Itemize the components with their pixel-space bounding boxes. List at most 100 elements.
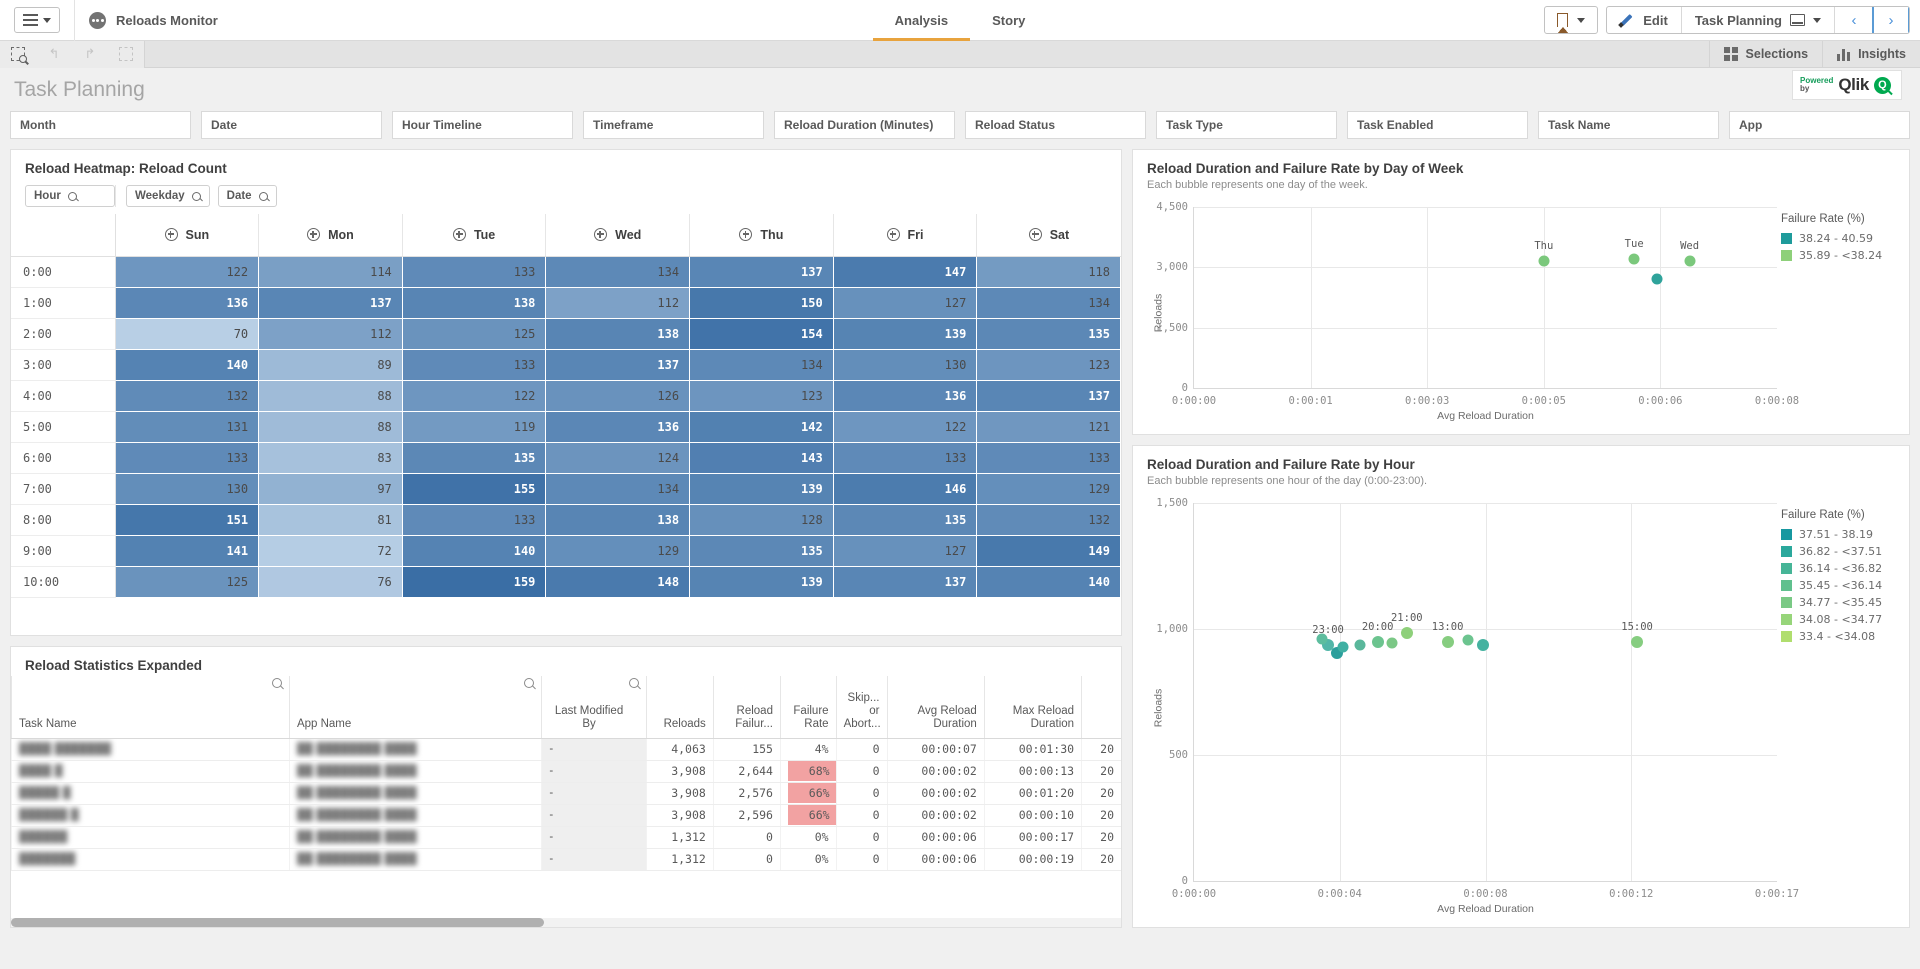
heatmap-cell[interactable]: 135 — [689, 535, 834, 567]
table-row[interactable]: ███████ ██ ████████ ████ -1,312 0 0% 0 00:00:0… — [11, 848, 1121, 871]
heatmap-cell[interactable]: 121 — [976, 411, 1121, 443]
sheet-selector[interactable]: Task Planning — [1682, 7, 1834, 33]
insights-button[interactable]: Insights — [1822, 40, 1920, 68]
scatter-bubble[interactable] — [1462, 634, 1474, 646]
scatter-hour-plot[interactable]: Reloads 0 500 1,000 1,500 0:00:00 0:00:04 0:00:… — [1141, 493, 1799, 922]
heatmap-cell[interactable]: 122 — [402, 380, 547, 412]
heatmap-cell[interactable]: 128 — [689, 504, 834, 536]
heatmap-row-header[interactable]: 9:00 — [11, 535, 116, 567]
heatmap-cell[interactable]: 155 — [402, 473, 547, 505]
heatmap-cell[interactable]: 143 — [689, 442, 834, 474]
table-cell[interactable]: ████ ███████ — [11, 738, 290, 761]
filter-task-type[interactable]: Task Type — [1156, 111, 1337, 139]
stats-column-header[interactable] — [1081, 676, 1121, 739]
heatmap-cell[interactable]: 76 — [258, 566, 403, 598]
heatmap-cell[interactable]: 88 — [258, 380, 403, 412]
clear-selections-button[interactable] — [108, 41, 144, 68]
table-cell[interactable]: 0% — [779, 848, 837, 871]
table-cell[interactable]: - — [541, 760, 647, 783]
filter-timeframe[interactable]: Timeframe — [583, 111, 764, 139]
chip-weekday[interactable]: Weekday — [126, 185, 210, 207]
heatmap-cell[interactable]: 147 — [833, 256, 978, 288]
expand-plus-icon[interactable] — [886, 228, 900, 242]
heatmap-cell[interactable]: 137 — [689, 256, 834, 288]
heatmap-row-header[interactable]: 10:00 — [11, 566, 116, 598]
heatmap-row-header[interactable]: 3:00 — [11, 349, 116, 381]
table-cell[interactable]: 00:01:20 — [983, 782, 1082, 805]
heatmap-cell[interactable]: 146 — [833, 473, 978, 505]
table-cell[interactable]: - — [541, 848, 647, 871]
table-cell[interactable]: 0 — [835, 738, 888, 761]
heatmap-cell[interactable]: 114 — [258, 256, 403, 288]
heatmap-cell[interactable]: 133 — [976, 442, 1121, 474]
table-cell[interactable]: 2,576 — [712, 782, 781, 805]
main-menu-button[interactable] — [14, 7, 60, 33]
step-back-button[interactable]: ↰ — [36, 41, 72, 68]
heatmap-row-header[interactable]: 4:00 — [11, 380, 116, 412]
table-cell[interactable]: 00:00:06 — [886, 826, 985, 849]
table-cell[interactable]: 0% — [779, 826, 837, 849]
horizontal-scrollbar[interactable] — [11, 918, 1121, 927]
table-cell[interactable]: 00:01:30 — [983, 738, 1082, 761]
chip-date[interactable]: Date — [217, 185, 277, 207]
heatmap-cell[interactable]: 123 — [689, 380, 834, 412]
filter-month[interactable]: Month — [10, 111, 191, 139]
heatmap-column-header-fri[interactable]: Fri — [832, 214, 977, 257]
table-cell[interactable]: 2,644 — [712, 760, 781, 783]
heatmap-cell[interactable]: 72 — [258, 535, 403, 567]
search-icon[interactable] — [628, 678, 639, 688]
table-cell[interactable]: 66% — [779, 804, 837, 827]
table-cell[interactable]: 0 — [835, 826, 888, 849]
heatmap-cell[interactable]: 135 — [833, 504, 978, 536]
table-cell[interactable]: 0 — [835, 760, 888, 783]
heatmap-cell[interactable]: 133 — [402, 504, 547, 536]
heatmap-cell[interactable]: 132 — [115, 380, 260, 412]
heatmap-cell[interactable]: 136 — [833, 380, 978, 412]
table-cell[interactable]: ██████ █ — [11, 804, 290, 827]
legend-item[interactable]: 33.4 - <34.08 — [1781, 630, 1899, 643]
table-row[interactable]: ████ ███████ ██ ████████ ████ -4,063 155 4% 0… — [11, 738, 1121, 761]
table-cell[interactable]: 20 — [1081, 826, 1121, 849]
heatmap-cell[interactable]: 83 — [258, 442, 403, 474]
table-cell[interactable]: 20 — [1081, 782, 1121, 805]
heatmap-cell[interactable]: 134 — [976, 287, 1121, 319]
heatmap-cell[interactable]: 97 — [258, 473, 403, 505]
stats-column-header-reload-failur[interactable]: Reload Failur... — [712, 676, 781, 739]
heatmap-cell[interactable]: 127 — [833, 287, 978, 319]
selections-button[interactable]: Selections — [1708, 40, 1823, 68]
stats-column-header-max-reload-duration[interactable]: Max Reload Duration — [983, 676, 1082, 739]
table-cell[interactable]: ██████ — [11, 826, 290, 849]
heatmap-cell[interactable]: 137 — [258, 287, 403, 319]
table-cell[interactable]: ██ ████████ ████ — [288, 738, 542, 761]
heatmap-cell[interactable]: 112 — [258, 318, 403, 350]
heatmap-row-header[interactable]: 2:00 — [11, 318, 116, 350]
table-cell[interactable]: 4,063 — [645, 738, 714, 761]
table-row[interactable]: ████ █ ██ ████████ ████ -3,908 2,644 68% 0 00:… — [11, 760, 1121, 783]
table-cell[interactable]: 00:00:02 — [886, 804, 985, 827]
scatter-bubble[interactable] — [1400, 626, 1413, 639]
heatmap-row-header[interactable]: 8:00 — [11, 504, 116, 536]
table-cell[interactable]: ████ █ — [11, 760, 290, 783]
table-cell[interactable]: 0 — [835, 804, 888, 827]
expand-plus-icon[interactable] — [452, 228, 466, 242]
heatmap-cell[interactable]: 139 — [833, 318, 978, 350]
heatmap-cell[interactable]: 125 — [402, 318, 547, 350]
heatmap-cell[interactable]: 150 — [689, 287, 834, 319]
heatmap-cell[interactable]: 154 — [689, 318, 834, 350]
heatmap-cell[interactable]: 130 — [833, 349, 978, 381]
stats-column-header-skip-or-abort[interactable]: Skip... or Abort... — [835, 676, 888, 739]
heatmap-row-header[interactable]: 0:00 — [11, 256, 116, 288]
heatmap-column-header-sun[interactable]: Sun — [114, 214, 259, 257]
heatmap-cell[interactable]: 81 — [258, 504, 403, 536]
scatter-bubble[interactable] — [1538, 255, 1550, 267]
table-cell[interactable]: 0 — [835, 848, 888, 871]
scatter-bubble[interactable] — [1354, 639, 1366, 651]
legend-item[interactable]: 34.08 - <34.77 — [1781, 613, 1899, 626]
next-sheet-button[interactable]: › — [1872, 7, 1910, 33]
heatmap-cell[interactable]: 125 — [115, 566, 260, 598]
heatmap-cell[interactable]: 131 — [115, 411, 260, 443]
heatmap-cell[interactable]: 140 — [402, 535, 547, 567]
table-cell[interactable]: 00:00:06 — [886, 848, 985, 871]
scatter-bubble[interactable] — [1628, 253, 1640, 265]
scatter-bubble[interactable] — [1316, 633, 1328, 645]
